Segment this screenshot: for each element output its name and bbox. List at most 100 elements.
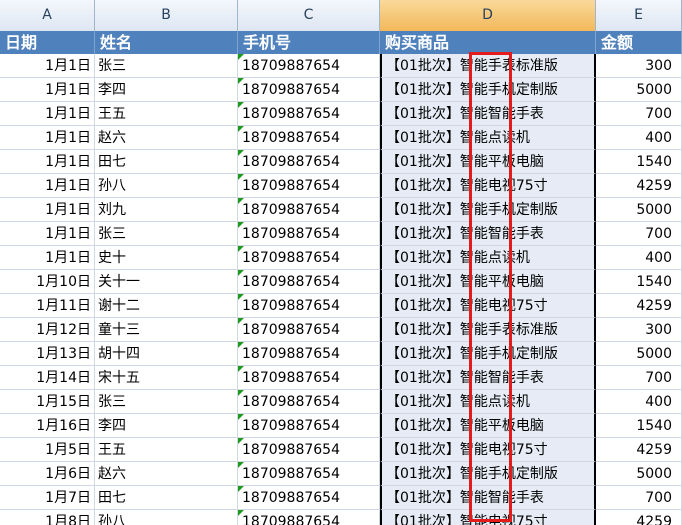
cell-product[interactable]: 【01批次】智能智能手表 (380, 366, 596, 390)
cell-product[interactable]: 【01批次】智能智能手表 (380, 102, 596, 126)
cell-product[interactable]: 【01批次】智能电视75寸 (380, 174, 596, 198)
cell-name[interactable]: 赵六 (95, 462, 238, 486)
cell-date[interactable]: 1月7日 (0, 486, 95, 510)
cell-amount[interactable]: 700 (596, 222, 682, 246)
cell-name[interactable]: 关十一 (95, 270, 238, 294)
cell-product[interactable]: 【01批次】智能点读机 (380, 246, 596, 270)
cell-name[interactable]: 宋十五 (95, 366, 238, 390)
cell-date[interactable]: 1月11日 (0, 294, 95, 318)
cell-date[interactable]: 1月1日 (0, 126, 95, 150)
cell-name[interactable]: 刘九 (95, 198, 238, 222)
column-header-e[interactable]: E (596, 0, 682, 31)
cell-amount[interactable]: 300 (596, 54, 682, 78)
cell-amount[interactable]: 4259 (596, 510, 682, 525)
cell-amount[interactable]: 4259 (596, 174, 682, 198)
cell-name[interactable]: 孙八 (95, 510, 238, 525)
cell-name[interactable]: 张三 (95, 222, 238, 246)
cell-amount[interactable]: 5000 (596, 462, 682, 486)
cell-name[interactable]: 田七 (95, 486, 238, 510)
cell-product[interactable]: 【01批次】智能手表标准版 (380, 54, 596, 78)
cell-date[interactable]: 1月1日 (0, 246, 95, 270)
cell-product[interactable]: 【01批次】智能平板电脑 (380, 414, 596, 438)
cell-name[interactable]: 张三 (95, 54, 238, 78)
cell-product[interactable]: 【01批次】智能电视75寸 (380, 438, 596, 462)
column-header-b[interactable]: B (95, 0, 238, 31)
header-product[interactable]: 购买商品 (380, 31, 596, 54)
cell-amount[interactable]: 5000 (596, 78, 682, 102)
cell-amount[interactable]: 4259 (596, 438, 682, 462)
cell-date[interactable]: 1月13日 (0, 342, 95, 366)
cell-phone[interactable]: 18709887654 (238, 390, 380, 414)
cell-product[interactable]: 【01批次】智能手机定制版 (380, 78, 596, 102)
cell-date[interactable]: 1月1日 (0, 54, 95, 78)
cell-phone[interactable]: 18709887654 (238, 126, 380, 150)
cell-phone[interactable]: 18709887654 (238, 270, 380, 294)
cell-product[interactable]: 【01批次】智能手表标准版 (380, 318, 596, 342)
cell-phone[interactable]: 18709887654 (238, 342, 380, 366)
cell-amount[interactable]: 700 (596, 366, 682, 390)
cell-name[interactable]: 田七 (95, 150, 238, 174)
cell-date[interactable]: 1月1日 (0, 222, 95, 246)
cell-product[interactable]: 【01批次】智能手机定制版 (380, 462, 596, 486)
cell-date[interactable]: 1月15日 (0, 390, 95, 414)
cell-product[interactable]: 【01批次】智能智能手表 (380, 486, 596, 510)
cell-name[interactable]: 赵六 (95, 126, 238, 150)
cell-date[interactable]: 1月1日 (0, 102, 95, 126)
cell-phone[interactable]: 18709887654 (238, 150, 380, 174)
cell-product[interactable]: 【01批次】智能手机定制版 (380, 198, 596, 222)
cell-product[interactable]: 【01批次】智能电视75寸 (380, 294, 596, 318)
cell-phone[interactable]: 18709887654 (238, 438, 380, 462)
cell-date[interactable]: 1月1日 (0, 174, 95, 198)
cell-name[interactable]: 张三 (95, 390, 238, 414)
cell-phone[interactable]: 18709887654 (238, 54, 380, 78)
cell-phone[interactable]: 18709887654 (238, 246, 380, 270)
cell-date[interactable]: 1月14日 (0, 366, 95, 390)
cell-phone[interactable]: 18709887654 (238, 510, 380, 525)
cell-date[interactable]: 1月10日 (0, 270, 95, 294)
cell-amount[interactable]: 700 (596, 486, 682, 510)
cell-product[interactable]: 【01批次】智能电视75寸 (380, 510, 596, 525)
cell-phone[interactable]: 18709887654 (238, 222, 380, 246)
cell-name[interactable]: 史十 (95, 246, 238, 270)
cell-phone[interactable]: 18709887654 (238, 366, 380, 390)
header-date[interactable]: 日期 (0, 31, 95, 54)
cell-amount[interactable]: 1540 (596, 414, 682, 438)
cell-name[interactable]: 李四 (95, 78, 238, 102)
cell-name[interactable]: 王五 (95, 102, 238, 126)
cell-name[interactable]: 孙八 (95, 174, 238, 198)
cell-amount[interactable]: 400 (596, 246, 682, 270)
cell-name[interactable]: 谢十二 (95, 294, 238, 318)
cell-product[interactable]: 【01批次】智能平板电脑 (380, 270, 596, 294)
cell-amount[interactable]: 1540 (596, 150, 682, 174)
column-header-d[interactable]: D (380, 0, 596, 31)
cell-date[interactable]: 1月6日 (0, 462, 95, 486)
cell-product[interactable]: 【01批次】智能点读机 (380, 390, 596, 414)
cell-amount[interactable]: 700 (596, 102, 682, 126)
cell-amount[interactable]: 5000 (596, 198, 682, 222)
cell-phone[interactable]: 18709887654 (238, 462, 380, 486)
cell-phone[interactable]: 18709887654 (238, 198, 380, 222)
header-amount[interactable]: 金额 (596, 31, 682, 54)
cell-amount[interactable]: 4259 (596, 294, 682, 318)
cell-product[interactable]: 【01批次】智能点读机 (380, 126, 596, 150)
column-header-a[interactable]: A (0, 0, 95, 31)
cell-amount[interactable]: 5000 (596, 342, 682, 366)
cell-amount[interactable]: 1540 (596, 270, 682, 294)
cell-date[interactable]: 1月1日 (0, 150, 95, 174)
cell-name[interactable]: 王五 (95, 438, 238, 462)
cell-name[interactable]: 童十三 (95, 318, 238, 342)
cell-date[interactable]: 1月12日 (0, 318, 95, 342)
column-header-c[interactable]: C (238, 0, 380, 31)
cell-phone[interactable]: 18709887654 (238, 102, 380, 126)
cell-phone[interactable]: 18709887654 (238, 174, 380, 198)
cell-date[interactable]: 1月1日 (0, 198, 95, 222)
cell-phone[interactable]: 18709887654 (238, 78, 380, 102)
cell-amount[interactable]: 400 (596, 390, 682, 414)
header-name[interactable]: 姓名 (95, 31, 238, 54)
cell-name[interactable]: 胡十四 (95, 342, 238, 366)
cell-amount[interactable]: 400 (596, 126, 682, 150)
cell-phone[interactable]: 18709887654 (238, 414, 380, 438)
cell-phone[interactable]: 18709887654 (238, 318, 380, 342)
cell-product[interactable]: 【01批次】智能平板电脑 (380, 150, 596, 174)
cell-product[interactable]: 【01批次】智能智能手表 (380, 222, 596, 246)
